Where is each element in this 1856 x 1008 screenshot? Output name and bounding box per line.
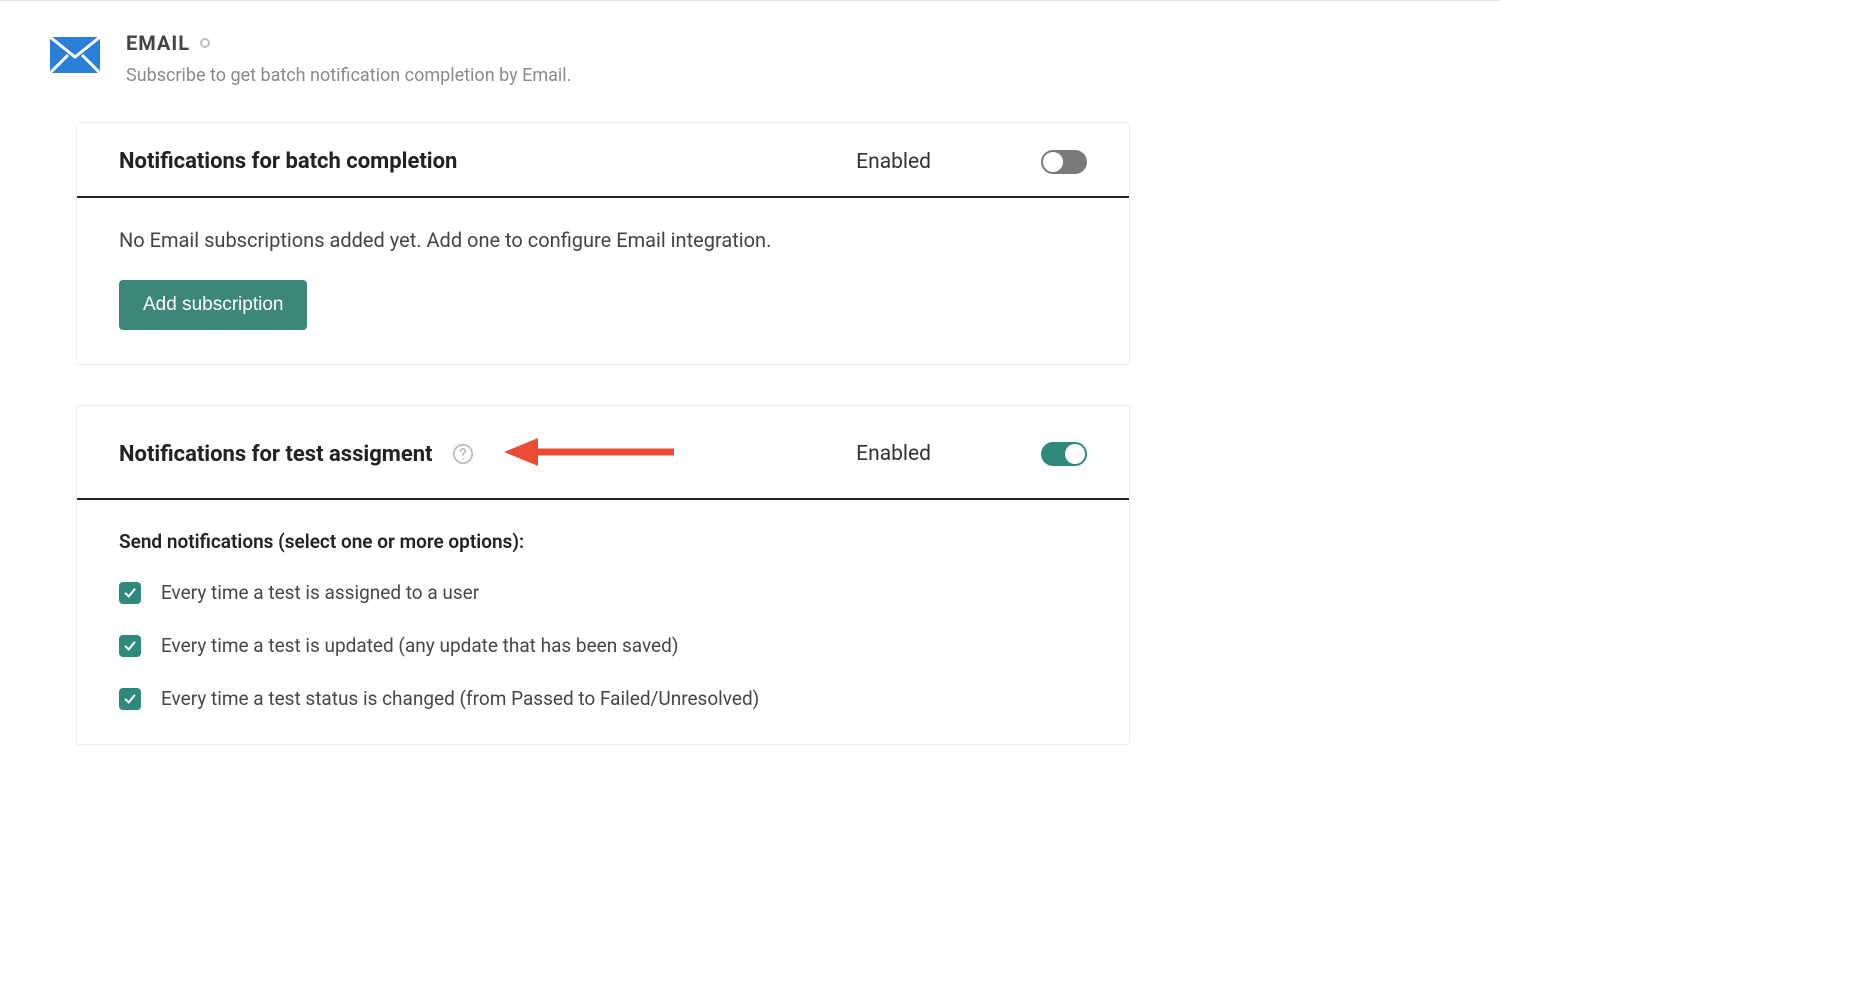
option-checkbox[interactable] — [119, 582, 141, 604]
test-assignment-status-label: Enabled — [856, 442, 931, 466]
batch-completion-status-label: Enabled — [856, 150, 931, 174]
help-icon[interactable] — [452, 443, 474, 465]
email-icon — [50, 37, 100, 73]
batch-completion-empty-message: No Email subscriptions added yet. Add on… — [119, 228, 1087, 252]
batch-completion-card: Notifications for batch completion Enabl… — [76, 122, 1130, 365]
email-title: EMAIL — [126, 31, 190, 55]
test-assignment-toggle[interactable] — [1041, 442, 1087, 466]
test-assignment-header: Notifications for test assigment Enabled — [77, 406, 1129, 500]
option-label: Every time a test is updated (any update… — [161, 634, 678, 657]
option-row: Every time a test is updated (any update… — [119, 634, 1087, 657]
batch-completion-toggle[interactable] — [1041, 150, 1087, 174]
options-title: Send notifications (select one or more o… — [119, 530, 1087, 553]
batch-completion-title: Notifications for batch completion — [119, 149, 457, 174]
option-label: Every time a test status is changed (fro… — [161, 687, 759, 710]
email-subtitle: Subscribe to get batch notification comp… — [126, 65, 571, 86]
test-assignment-title: Notifications for test assigment — [119, 442, 432, 467]
option-row: Every time a test is assigned to a user — [119, 581, 1087, 604]
add-subscription-button[interactable]: Add subscription — [119, 280, 307, 330]
option-checkbox[interactable] — [119, 688, 141, 710]
test-assignment-card: Notifications for test assigment Enabled — [76, 405, 1130, 745]
email-section-header: EMAIL Subscribe to get batch notificatio… — [50, 31, 1500, 86]
option-row: Every time a test status is changed (fro… — [119, 687, 1087, 710]
option-checkbox[interactable] — [119, 635, 141, 657]
status-dot-icon — [200, 38, 210, 48]
batch-completion-header: Notifications for batch completion Enabl… — [77, 123, 1129, 198]
annotation-arrow-icon — [504, 432, 674, 476]
option-label: Every time a test is assigned to a user — [161, 581, 479, 604]
